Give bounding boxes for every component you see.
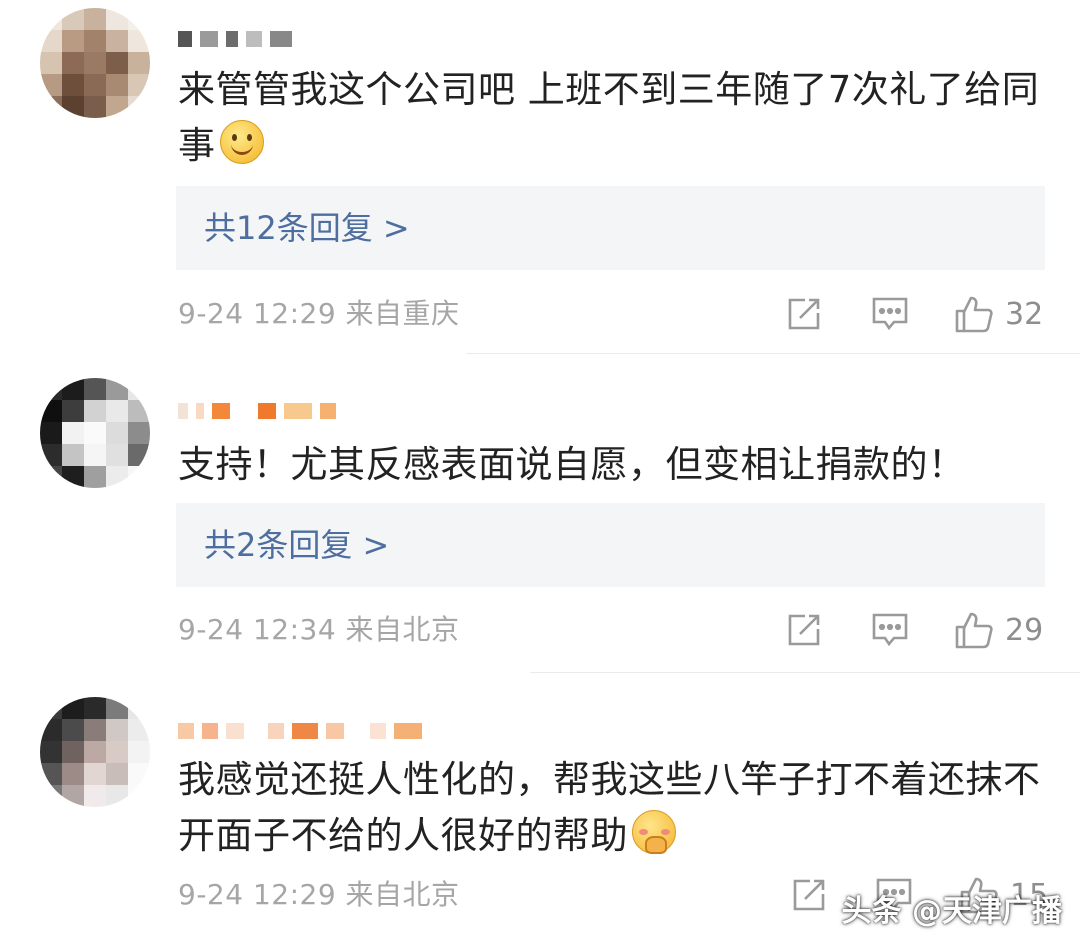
comment-location: 来自北京 [345,878,460,911]
comment-meta: 9-24 12:34 来自北京 [178,610,460,650]
comment-time: 9-24 12:34 [178,613,337,646]
avatar[interactable] [40,8,150,118]
comment-text-content: 我感觉还挺人性化的，帮我这些八竿子打不着还抹不开面子不给的人很好的帮助 [178,758,1041,857]
reply-box: 共2条回复 > [176,503,1045,587]
comment-meta: 9-24 12:29 来自重庆 [178,294,460,334]
comment-location: 来自重庆 [345,297,460,330]
comment-actions: 32 [780,292,1080,336]
divider [530,672,1080,673]
divider [466,353,1080,354]
username-blurred[interactable] [178,720,422,742]
view-replies-link[interactable]: 共12条回复 > [204,186,410,270]
comment-text: 我感觉还挺人性化的，帮我这些八竿子打不着还抹不开面子不给的人很好的帮助 [178,752,1048,864]
like-button[interactable]: 32 [953,292,1043,336]
comment-meta: 9-24 12:29 来自北京 [178,875,460,915]
avatar[interactable] [40,697,150,807]
repost-button[interactable] [785,292,823,336]
repost-icon [788,614,820,646]
comment-icon [872,613,908,647]
comment-icon [872,297,908,331]
comment-text: 支持！尤其反感表面说自愿，但变相让捐款的！ [178,437,1048,493]
comment-actions: 29 [780,608,1080,652]
comment-text-content: 来管管我这个公司吧 上班不到三年随了7次礼了给同事 [178,68,1040,167]
repost-icon [788,298,820,330]
comment-button[interactable] [870,292,910,336]
repost-button[interactable] [790,873,828,917]
avatar[interactable] [40,378,150,488]
comment-text-content: 支持！尤其反感表面说自愿，但变相让捐款的！ [178,443,966,486]
like-count: 29 [1005,612,1044,648]
comment-text: 来管管我这个公司吧 上班不到三年随了7次礼了给同事 [178,62,1048,174]
thumbs-up-icon [955,612,993,649]
username-blurred[interactable] [178,400,336,422]
like-button[interactable]: 29 [953,608,1043,652]
repost-button[interactable] [785,608,823,652]
repost-icon [793,879,825,911]
shy-emoji-icon [632,810,676,854]
username-blurred[interactable] [178,28,292,50]
thumbs-up-icon [955,296,993,333]
comment-time: 9-24 12:29 [178,878,337,911]
view-replies-link[interactable]: 共2条回复 > [204,503,389,587]
comment-location: 来自北京 [345,613,460,646]
source-watermark: 头条 @天津广播 [841,894,1062,929]
like-count: 32 [1005,296,1044,332]
comment-time: 9-24 12:29 [178,297,337,330]
reply-box: 共12条回复 > [176,186,1045,270]
slight-smile-emoji-icon [219,120,264,164]
comment-button[interactable] [870,608,910,652]
